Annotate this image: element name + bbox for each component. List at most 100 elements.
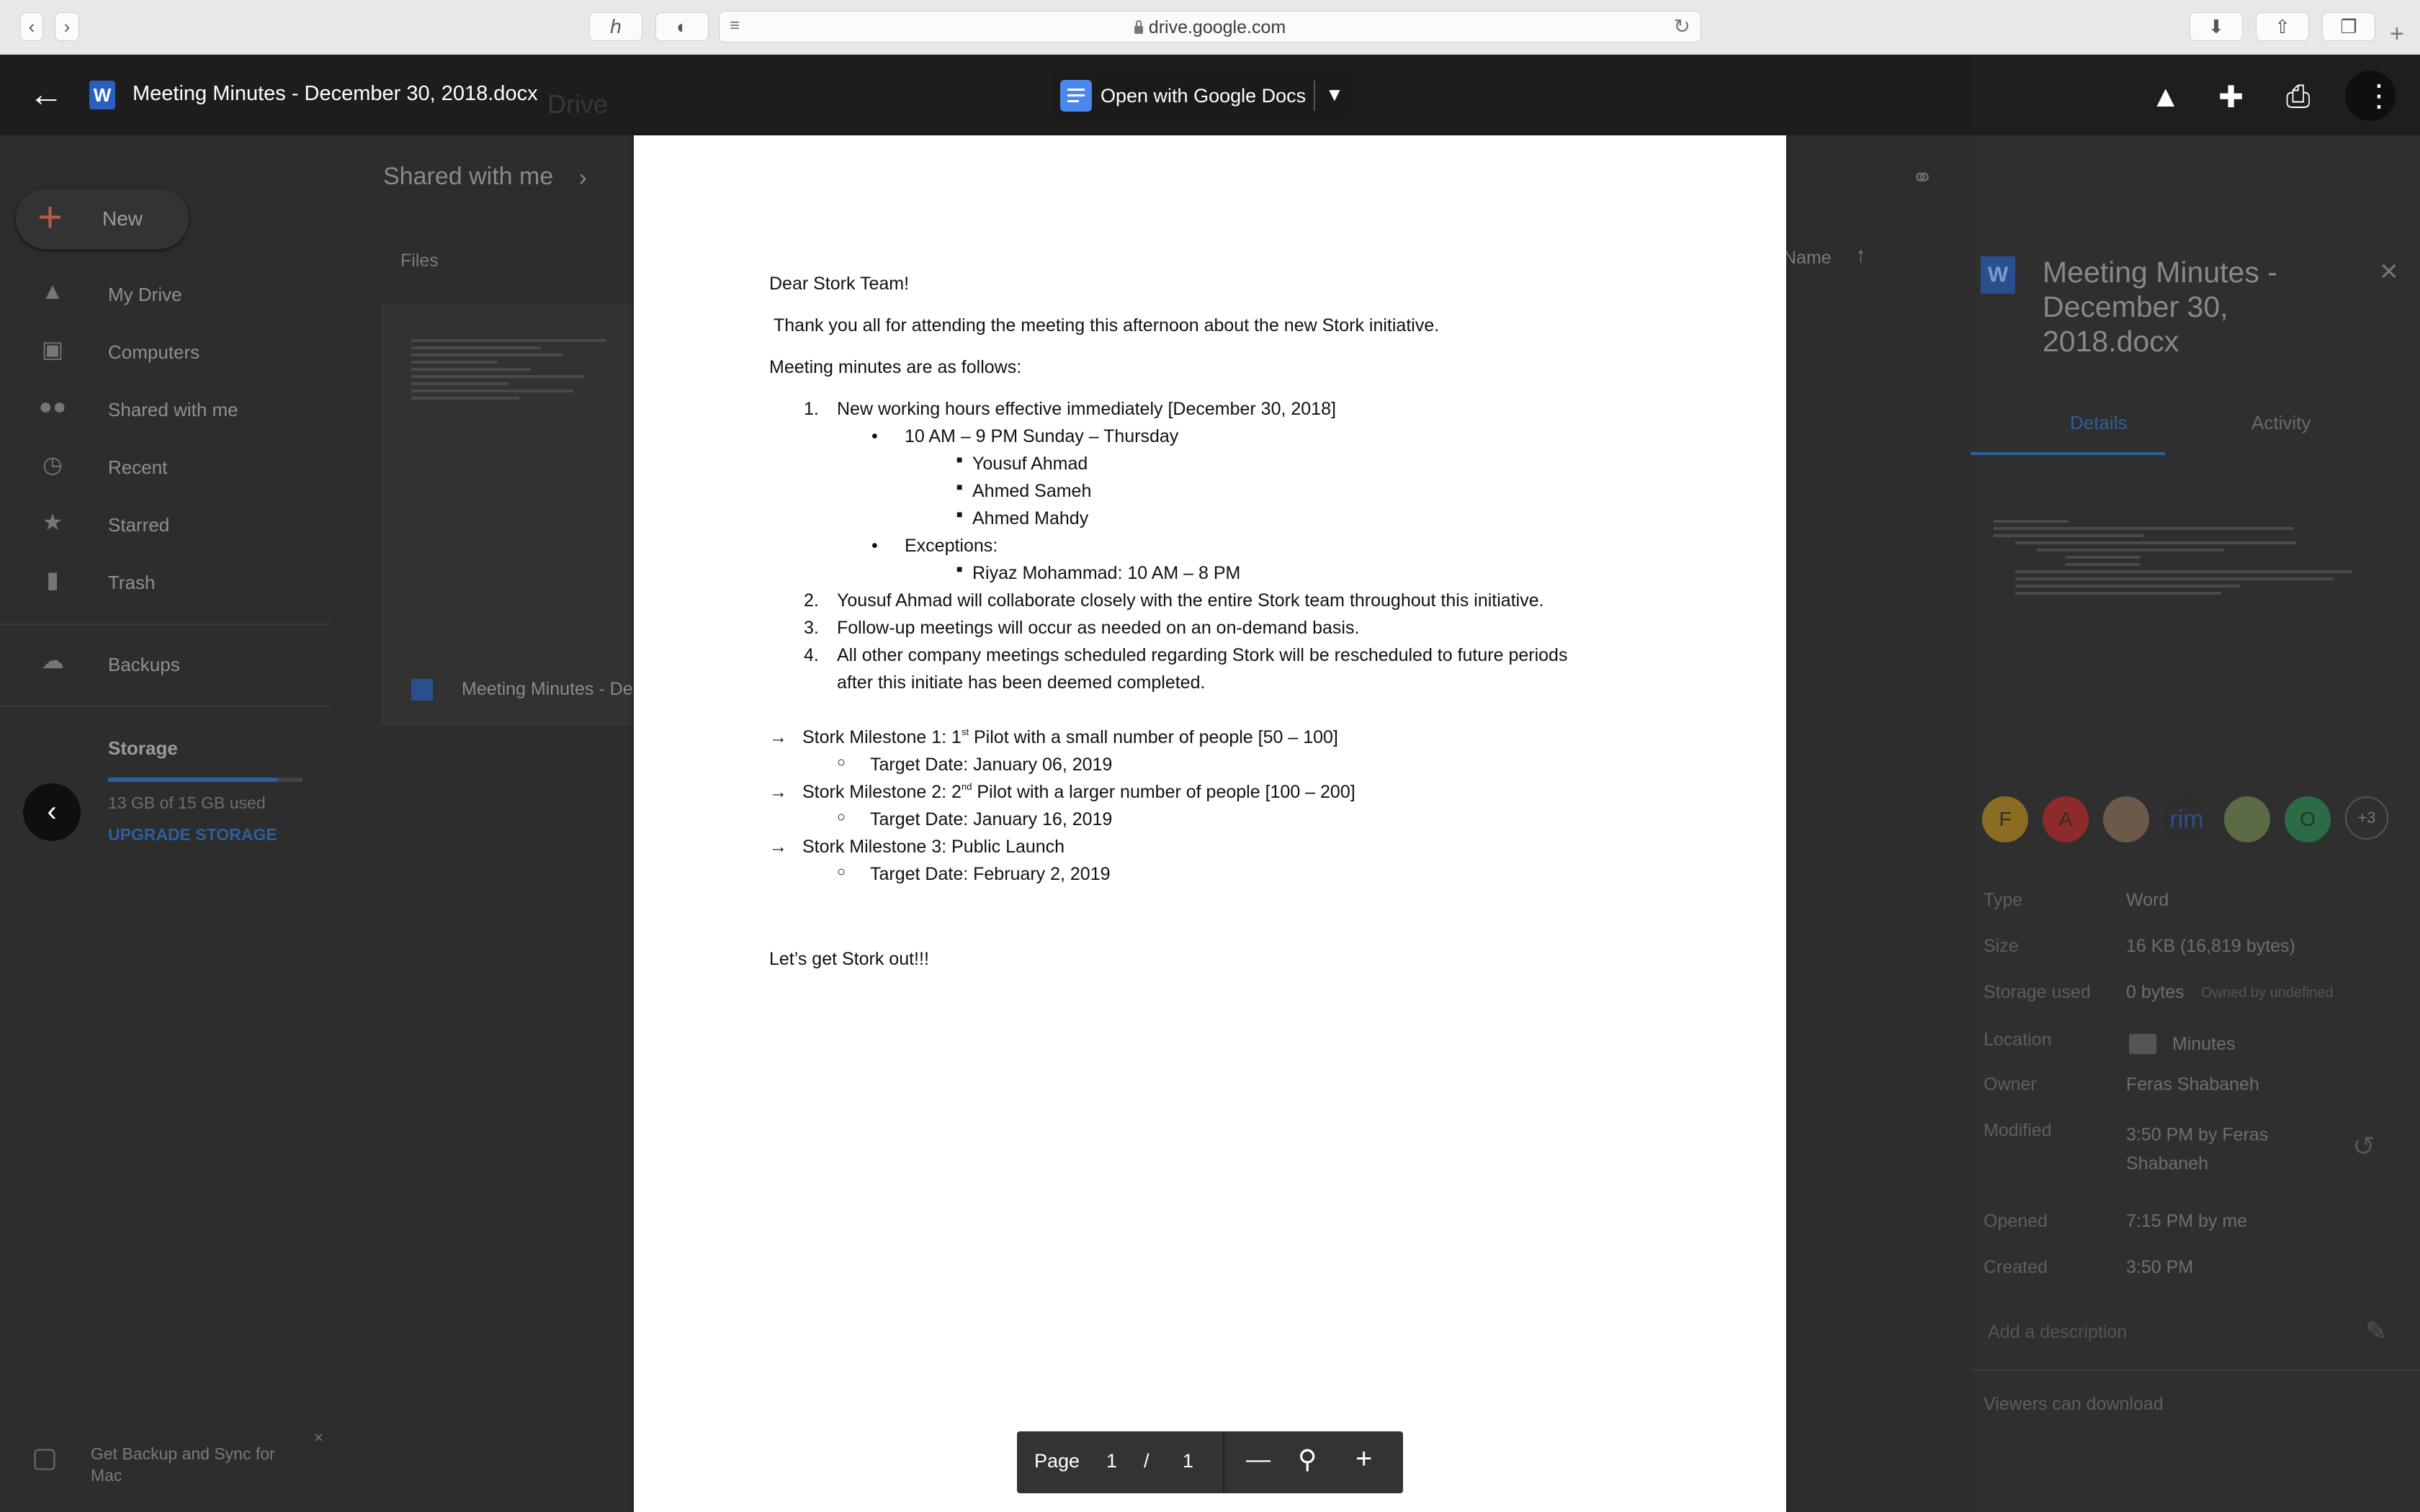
square-bullet-icon: ■ — [956, 563, 963, 575]
google-docs-icon — [1060, 80, 1092, 112]
back-icon[interactable]: ‹ — [20, 12, 43, 41]
square-bullet-icon: ■ — [956, 508, 963, 520]
edit-icon[interactable]: ✎ — [2365, 1316, 2387, 1346]
field-label: Location — [1984, 1030, 2052, 1050]
dropdown-caret-icon[interactable]: ▼ — [1325, 84, 1344, 106]
collapse-panel-button[interactable]: ‹ — [23, 783, 81, 841]
close-details-icon[interactable]: × — [2380, 253, 2398, 289]
field-value[interactable]: Minutes — [2172, 1034, 2236, 1055]
tab-indicator — [1971, 452, 2165, 455]
sidebar-item-recent[interactable]: Recent — [108, 456, 167, 479]
circle-bullet-icon: ○ — [837, 755, 846, 770]
trash-icon: ▮ — [46, 567, 59, 593]
circle-bullet-icon: ○ — [837, 864, 846, 880]
avatar[interactable]: rim — [2164, 796, 2210, 842]
more-vert-icon: ⋮ — [2364, 78, 2394, 112]
sidebar-divider-2 — [0, 706, 331, 707]
tabs-icon[interactable]: ❐ — [2322, 12, 2375, 41]
more-viewers-badge[interactable]: +3 — [2345, 796, 2388, 840]
sidebar-item-starred[interactable]: Starred — [108, 514, 169, 536]
file-card[interactable]: Meeting Minutes - De — [382, 305, 635, 724]
word-icon: W — [1981, 256, 2015, 294]
forward-icon[interactable]: › — [55, 12, 79, 41]
avatar-text: O — [2300, 808, 2316, 830]
history-icon[interactable]: ↺ — [2352, 1130, 2375, 1163]
doc-item-2: Yousuf Ahmad will collaborate closely wi… — [837, 590, 1544, 611]
sidebar-item-trash[interactable]: Trash — [108, 572, 156, 594]
star-icon: ★ — [42, 509, 63, 535]
storage-title: Storage — [108, 737, 178, 759]
arrow-icon: → — [769, 837, 787, 857]
doc-milestone-1-date: Target Date: January 06, 2019 — [870, 755, 1113, 775]
computers-icon: ▣ — [41, 336, 64, 362]
folder-icon — [2129, 1034, 2156, 1054]
doc-greeting: Dear Stork Team! — [769, 274, 910, 294]
sort-arrow-icon[interactable]: ↑ — [1855, 243, 1866, 268]
avatar[interactable] — [2103, 796, 2149, 842]
avatar[interactable] — [2224, 796, 2270, 842]
backup-promo-text[interactable]: Get Backup and Sync for Mac — [91, 1443, 307, 1486]
avatar[interactable]: A — [2043, 796, 2089, 842]
doc-exception-person: Riyaz Mohammad: 10 AM – 8 PM — [972, 563, 1241, 583]
print-icon[interactable]: ⎙ — [2286, 79, 2311, 114]
upgrade-storage-link[interactable]: UPGRADE STORAGE — [108, 825, 277, 845]
total-pages: 1 — [1183, 1450, 1194, 1472]
field-label: Created — [1984, 1257, 2048, 1277]
page-controls: Page 1 / 1 — ⚲ + — [1017, 1431, 1403, 1493]
doc-person: Ahmed Sameh — [972, 481, 1092, 501]
downloads-icon[interactable]: ⬇ — [2190, 12, 2243, 41]
close-promo-icon[interactable]: × — [314, 1428, 323, 1447]
sidebar-item-shared[interactable]: Shared with me — [108, 399, 238, 421]
sort-label[interactable]: Name — [1783, 248, 1832, 269]
sidebar-divider — [0, 624, 331, 625]
link-icon[interactable]: ⚭ — [1912, 163, 1933, 193]
details-preview-thumbnail — [1994, 516, 2368, 804]
doc-item-3: Follow-up meetings will occur as needed … — [837, 618, 1360, 638]
plus-icon: + — [37, 193, 63, 241]
browser-toolbar: ‹ › ℎ ◐ ≡ drive.google.com ↻ ⬇ ⇧ ❐ + — [0, 0, 2420, 55]
more-actions-button[interactable]: ⋮ — [2345, 71, 2396, 121]
sidebar-item-my-drive[interactable]: My Drive — [108, 284, 182, 306]
description-input[interactable]: Add a description — [1988, 1322, 2127, 1343]
list-number: 1. — [804, 399, 819, 419]
close-viewer-arrow-icon[interactable]: ← — [29, 75, 63, 114]
circle-bullet-icon: ○ — [837, 809, 846, 825]
share-icon[interactable]: ⇧ — [2256, 12, 2309, 41]
extension-icon[interactable]: ℎ — [589, 12, 642, 41]
zoom-out-icon[interactable]: — — [1246, 1446, 1270, 1474]
reload-icon[interactable]: ↻ — [1674, 14, 1690, 38]
field-value: Word — [2126, 890, 2169, 910]
address-bar[interactable]: ≡ drive.google.com ↻ — [719, 11, 1701, 42]
document-page: Dear Stork Team! Thank you all for atten… — [634, 135, 1786, 1512]
sidebar-item-backups[interactable]: Backups — [108, 654, 180, 676]
current-page[interactable]: 1 — [1106, 1450, 1117, 1472]
breadcrumb[interactable]: Shared with me — [383, 163, 553, 191]
zoom-icon[interactable]: ⚲ — [1298, 1444, 1317, 1475]
button-separator — [1314, 81, 1315, 111]
zoom-in-icon[interactable]: + — [1355, 1443, 1372, 1475]
field-value: 7:15 PM by me — [2126, 1211, 2248, 1231]
list-number: 3. — [804, 618, 819, 638]
new-button[interactable]: + New — [16, 189, 189, 249]
files-heading: Files — [400, 251, 439, 271]
open-with-google-docs-button[interactable]: Open with Google Docs ▼ — [1052, 73, 1353, 118]
add-comment-icon[interactable]: ✚ — [2218, 79, 2244, 114]
tab-activity[interactable]: Activity — [2251, 412, 2311, 434]
avatar[interactable]: F — [1982, 796, 2028, 842]
avatar-text: +3 — [2357, 809, 2376, 827]
new-tab-icon[interactable]: + — [2390, 20, 2404, 48]
avatar-text: rim — [2169, 806, 2204, 833]
privacy-icon[interactable]: ◐ — [655, 12, 709, 41]
bullet-icon: • — [871, 426, 878, 446]
storage-bar — [108, 778, 302, 782]
avatar[interactable]: O — [2285, 796, 2331, 842]
tab-details[interactable]: Details — [2070, 412, 2127, 434]
sidebar-item-computers[interactable]: Computers — [108, 341, 200, 364]
avatar-text: A — [2058, 808, 2073, 830]
doc-intro: Thank you all for attending the meeting … — [774, 315, 1440, 336]
list-number: 2. — [804, 590, 819, 611]
open-with-label: Open with Google Docs — [1101, 85, 1307, 107]
arrow-icon: → — [769, 727, 787, 747]
viewer-title: Meeting Minutes - December 30, 2018.docx — [133, 82, 538, 105]
add-to-drive-icon[interactable]: ▲ — [2151, 79, 2181, 114]
